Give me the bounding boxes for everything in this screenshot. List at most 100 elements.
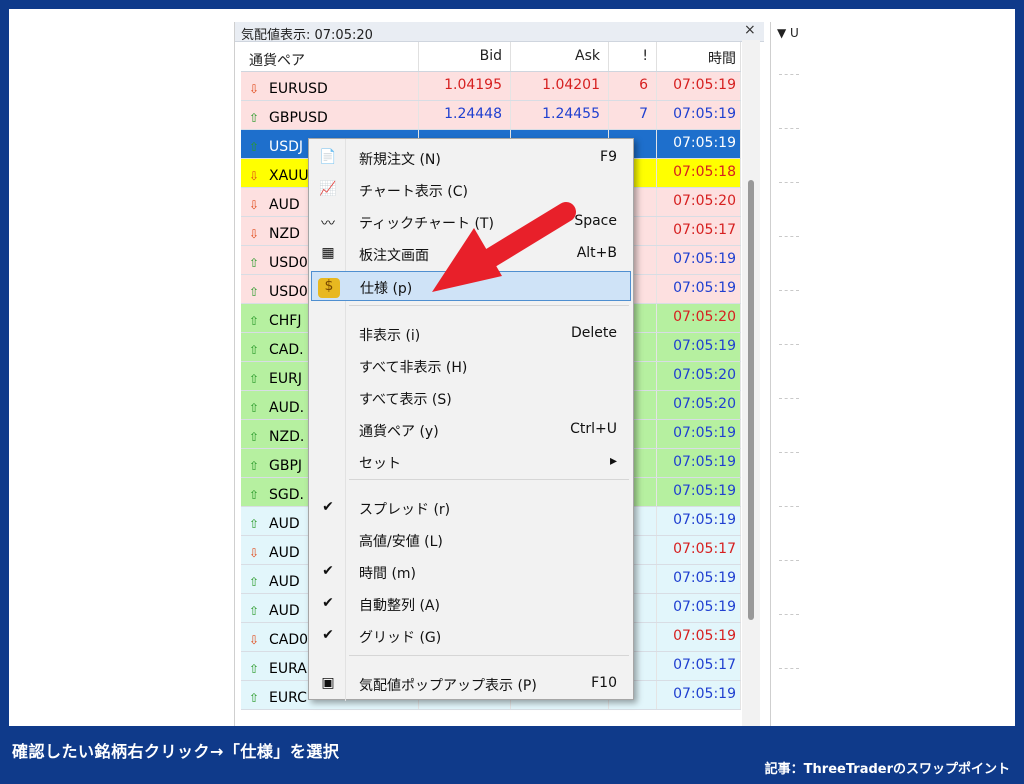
down-arrow-icon: ⇩ [249, 226, 260, 241]
bid-cell: 1.24448 [419, 101, 511, 129]
menu-item-label: 通貨ペア (y) [359, 424, 439, 440]
menu-separator [349, 655, 629, 656]
symbol-label: SGD. [269, 486, 304, 503]
menu-item-label: 高値/安値 (L) [359, 534, 443, 550]
menu-item[interactable]: 📈 チャート表示 (C) [311, 175, 631, 205]
popup-icon: ▣ [321, 675, 335, 691]
grid-line [779, 344, 799, 345]
menu-item[interactable]: ▣ 気配値ポップアップ表示 (P) F10 [311, 669, 631, 699]
time-cell: 07:05:19 [657, 565, 741, 593]
up-arrow-icon: ⇧ [249, 342, 260, 357]
menu-item[interactable]: 📄 新規注文 (N) F9 [311, 143, 631, 173]
menu-item[interactable]: 〰 ティックチャート (T) Space [311, 207, 631, 237]
time-cell: 07:05:19 [657, 246, 741, 274]
menu-item-label: すべて表示 (S) [359, 392, 452, 408]
bid-cell: 1.04195 [419, 72, 511, 100]
symbol-label: XAUU [269, 167, 309, 184]
menu-item[interactable]: 通貨ペア (y) Ctrl+U [311, 415, 631, 445]
menu-item-label: グリッド (G) [359, 630, 442, 646]
up-arrow-icon: ⇧ [249, 313, 260, 328]
ask-cell: 1.24455 [511, 101, 609, 129]
menu-item-label: 気配値ポップアップ表示 (P) [359, 678, 537, 694]
market-watch-title-text: 気配値表示: 07:05:20 [241, 28, 373, 43]
menu-item[interactable]: すべて非表示 (H) [311, 351, 631, 381]
menu-item-shortcut: Alt+B [576, 245, 617, 261]
symbol-label: EURC [269, 689, 307, 706]
vertical-scrollbar[interactable] [742, 40, 760, 726]
menu-item-shortcut: Delete [571, 325, 617, 341]
menu-item-label: セット [359, 456, 401, 472]
grid-line [779, 74, 799, 75]
symbol-label: CAD0 [269, 631, 309, 648]
symbol-label: USD0 [269, 254, 308, 271]
spread-cell: 6 [609, 72, 657, 100]
menu-item-label: 自動整列 (A) [359, 598, 440, 614]
menu-item[interactable]: ✔ グリッド (G) [311, 621, 631, 651]
symbol-label: AUD [269, 573, 300, 590]
menu-item-shortcut: Ctrl+U [570, 421, 617, 437]
col-bid[interactable]: Bid [419, 42, 511, 71]
menu-item[interactable]: すべて表示 (S) [311, 383, 631, 413]
depth-of-market-icon: ▦ [321, 245, 335, 261]
symbol-label: AUD [269, 602, 300, 619]
up-arrow-icon: ⇧ [249, 255, 260, 270]
grid-line [779, 182, 799, 183]
menu-item-shortcut: Space [574, 213, 617, 229]
col-symbol[interactable]: 通貨ペア [241, 42, 419, 71]
chart-pane: ▼ U [770, 22, 1010, 726]
down-arrow-icon: ⇩ [249, 197, 260, 212]
chart-icon: 📈 [319, 181, 337, 197]
symbol-label: EURUSD [269, 80, 328, 97]
scrollbar-thumb[interactable] [748, 180, 754, 620]
time-cell: 07:05:17 [657, 536, 741, 564]
menu-item[interactable]: 非表示 (i) Delete [311, 319, 631, 349]
caption-text: 確認したい銘柄右クリック→「仕様」を選択 [12, 742, 340, 761]
time-cell: 07:05:19 [657, 275, 741, 303]
time-cell: 07:05:18 [657, 159, 741, 187]
up-arrow-icon: ⇧ [249, 516, 260, 531]
menu-item[interactable]: ✔ スプレッド (r) [311, 493, 631, 523]
grid-line [779, 560, 799, 561]
symbol-label: AUD. [269, 399, 305, 416]
menu-item[interactable]: ✔ 自動整列 (A) [311, 589, 631, 619]
menu-item-shortcut: F9 [600, 149, 617, 165]
table-row[interactable]: ⇧ GBPUSD 1.24448 1.24455 7 07:05:19 [241, 101, 741, 130]
symbol-label: GBPUSD [269, 109, 328, 126]
col-spread[interactable]: ! [609, 42, 657, 71]
time-cell: 07:05:20 [657, 362, 741, 390]
grid-line [779, 668, 799, 669]
menu-item[interactable]: ▦ 板注文画面 Alt+B [311, 239, 631, 269]
symbol-label: AUD [269, 544, 300, 561]
up-arrow-icon: ⇧ [249, 458, 260, 473]
specification-icon: $ [318, 278, 340, 298]
symbol-label: NZD [269, 225, 300, 242]
grid-line [779, 290, 799, 291]
menu-item[interactable]: $ 仕様 (p) [311, 271, 631, 301]
col-time[interactable]: 時間 [657, 42, 741, 71]
time-cell: 07:05:19 [657, 507, 741, 535]
down-arrow-icon: ⇩ [249, 545, 260, 560]
time-cell: 07:05:20 [657, 188, 741, 216]
symbol-cell: ⇧ GBPUSD [241, 101, 419, 129]
down-arrow-icon: ⇩ [249, 81, 260, 96]
time-cell: 07:05:19 [657, 130, 741, 158]
menu-item[interactable]: セット ▸ [311, 447, 631, 477]
tick-chart-icon: 〰 [321, 216, 335, 232]
up-arrow-icon: ⇧ [249, 139, 260, 154]
ask-cell: 1.04201 [511, 72, 609, 100]
menu-item[interactable]: 高値/安値 (L) [311, 525, 631, 555]
grid-line [779, 506, 799, 507]
menu-item[interactable]: ✔ 時間 (m) [311, 557, 631, 587]
chart-pane-header[interactable]: ▼ U [771, 22, 1010, 44]
symbol-cell: ⇩ EURUSD [241, 72, 419, 100]
menu-item-label: 新規注文 (N) [359, 152, 441, 168]
table-row[interactable]: ⇩ EURUSD 1.04195 1.04201 6 07:05:19 [241, 72, 741, 101]
credit-text: 記事：ThreeTraderのスワップポイント [764, 762, 1010, 777]
menu-item-label: すべて非表示 (H) [359, 360, 468, 376]
col-ask[interactable]: Ask [511, 42, 609, 71]
menu-item-label: 仕様 (p) [360, 281, 413, 297]
menu-item-shortcut: F10 [591, 675, 617, 691]
time-cell: 07:05:19 [657, 623, 741, 651]
time-cell: 07:05:19 [657, 101, 741, 129]
table-header: 通貨ペア Bid Ask ! 時間 [241, 42, 741, 72]
